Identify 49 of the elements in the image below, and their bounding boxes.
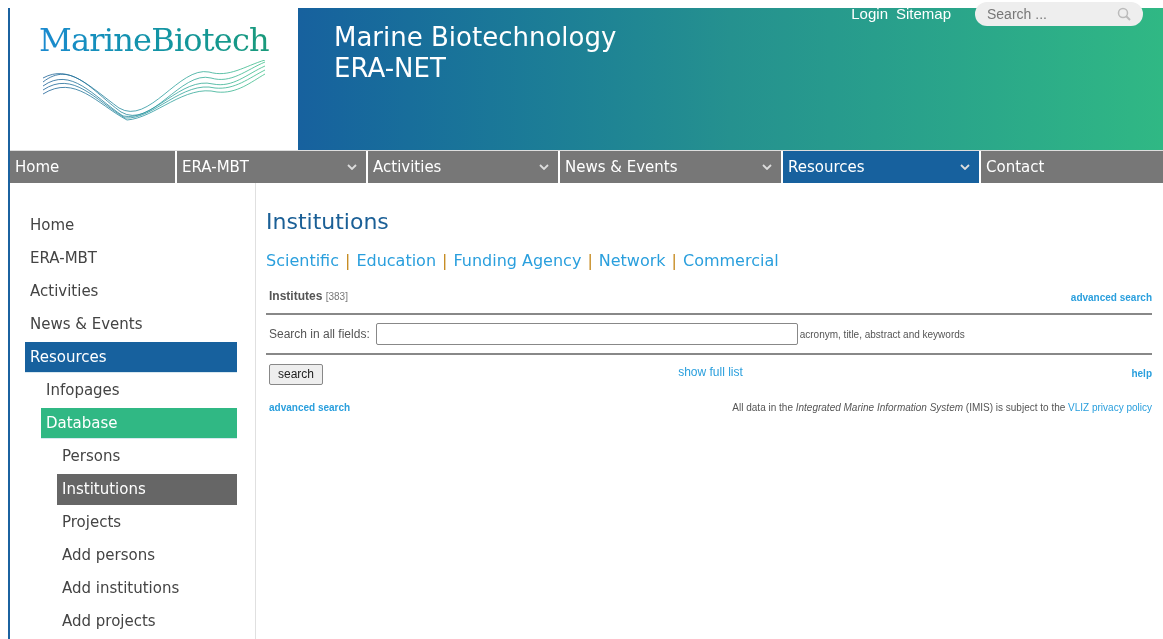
header-link[interactable]: Sitemap xyxy=(895,2,951,26)
nav-tab[interactable]: ERA-MBT xyxy=(177,151,366,183)
sidebar-item[interactable]: News & Events xyxy=(25,309,237,340)
sidebar-item[interactable]: Add persons xyxy=(57,540,237,571)
search-input[interactable] xyxy=(375,323,798,345)
advanced-search-link[interactable]: advanced search xyxy=(1070,290,1152,305)
chevron-down-icon xyxy=(347,164,357,170)
sidebar-item[interactable]: Institutions xyxy=(57,474,237,505)
separator-text: | xyxy=(345,250,351,272)
sidebar-item[interactable]: Projects xyxy=(57,507,237,538)
disclaimer-text: All data in the Integrated Marine Information System (IMIS) is subject to the VLIZ privacy policy xyxy=(732,401,1152,415)
sidebar-item[interactable]: Home xyxy=(25,210,237,241)
sidebar-item[interactable]: Infopages xyxy=(41,375,237,406)
nav-tab[interactable]: Activities xyxy=(368,151,558,183)
help-link[interactable]: help xyxy=(1131,366,1152,381)
sidebar-item[interactable]: ERA-MBT xyxy=(25,243,237,274)
show-full-list-link[interactable]: show full list xyxy=(678,363,743,381)
site-title: Marine Biotechnology xyxy=(334,22,618,53)
nav-tab[interactable]: Home xyxy=(10,151,175,183)
nav-tab[interactable]: Resources xyxy=(783,151,979,183)
chevron-down-icon xyxy=(539,164,549,170)
separator-text: | xyxy=(671,250,677,272)
advanced-search-link[interactable]: advanced search xyxy=(269,400,351,415)
search-button[interactable]: search xyxy=(269,364,324,385)
search-field[interactable]: Search ... xyxy=(975,2,1143,26)
type-link[interactable]: Scientific xyxy=(266,249,339,273)
nav-tab[interactable]: News & Events xyxy=(560,151,781,183)
type-link[interactable]: Funding Agency xyxy=(453,249,582,273)
privacy-link[interactable]: VLIZ privacy policy xyxy=(1068,402,1152,413)
sidebar-item[interactable]: Database xyxy=(41,408,237,439)
type-link[interactable]: Education xyxy=(356,249,437,273)
nav-tab[interactable]: Contact xyxy=(981,151,1163,183)
field-hint: acronym, title, abstract and keywords xyxy=(799,327,965,342)
type-link[interactable]: Network xyxy=(598,249,666,273)
separator-text: | xyxy=(587,250,593,272)
header-link[interactable]: Login xyxy=(851,2,888,26)
site-title: ERA-NET xyxy=(334,53,447,84)
page-title: Institutions xyxy=(266,208,390,236)
chevron-down-icon xyxy=(960,164,970,170)
sidebar-item[interactable]: Add institutions xyxy=(57,573,237,604)
chevron-down-icon xyxy=(762,164,772,170)
sidebar-item[interactable]: Persons xyxy=(57,441,237,472)
list-label: Institutes [383] xyxy=(269,288,348,305)
separator-text: | xyxy=(442,250,448,272)
type-link[interactable]: Commercial xyxy=(682,249,779,273)
sidebar-item[interactable]: Activities xyxy=(25,276,237,307)
sidebar-item[interactable]: Resources xyxy=(25,342,237,373)
field-label: Search in all fields: xyxy=(269,326,370,343)
sidebar-item[interactable]: Add projects xyxy=(57,606,237,637)
